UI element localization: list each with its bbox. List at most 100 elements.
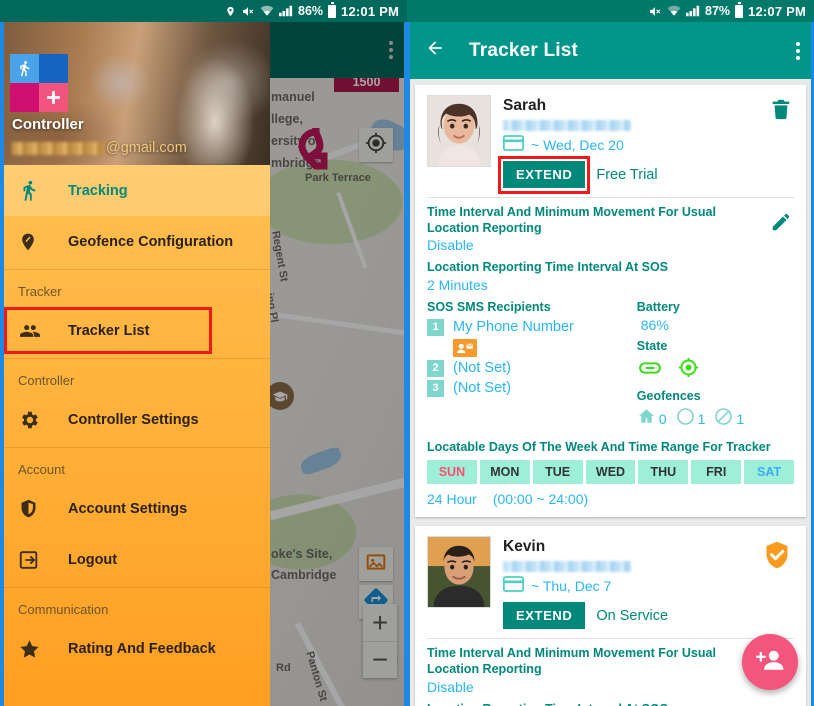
avatar <box>427 95 491 167</box>
extend-row: EXTEND On Service <box>503 602 794 630</box>
day-chip-tue[interactable]: TUE <box>532 460 583 485</box>
sos-index: 2 <box>427 359 444 377</box>
day-chip-wed[interactable]: WED <box>585 460 636 485</box>
extend-button[interactable]: EXTEND <box>503 161 586 188</box>
logo-tile-magenta <box>10 83 39 112</box>
sos-recipient-row[interactable]: 3 (Not Set) <box>427 379 621 397</box>
pencil-icon[interactable] <box>770 211 792 238</box>
sos-recipient-row[interactable]: 2 (Not Set) <box>427 359 621 377</box>
dual-phone-screenshot: 86% 12:01 PM manuel llege, ersity of mbr… <box>0 0 814 706</box>
mute-icon <box>648 5 662 18</box>
sos-interval-label: Location Reporting Time Interval At SOS <box>427 260 669 275</box>
days-of-week[interactable]: SUN MON TUE WED THU FRI SAT <box>427 460 795 485</box>
sidebar-item-label: Account Settings <box>68 500 188 517</box>
sidebar-item-tracking[interactable]: Tracking <box>0 165 270 216</box>
sos-value: My Phone Number <box>453 319 574 335</box>
logout-icon <box>18 549 52 571</box>
day-chip-thu[interactable]: THU <box>638 460 689 485</box>
card-header: Sarah ~ Wed, Dec 20 EXTEND Free Trial <box>427 95 794 194</box>
battery-icon <box>735 2 744 18</box>
left-phone-panel: 86% 12:01 PM manuel llege, ersity of mbr… <box>0 0 407 706</box>
divider <box>0 447 270 448</box>
sidebar-group-communication: Communication <box>18 602 109 617</box>
sidebar-group-controller: Controller <box>18 373 75 388</box>
sidebar-item-rating-and-feedback[interactable]: Rating And Feedback <box>0 623 270 674</box>
back-arrow-icon[interactable] <box>423 38 447 63</box>
divider <box>427 197 794 198</box>
add-person-icon <box>755 647 784 678</box>
mute-icon <box>241 5 255 18</box>
shield-check-icon <box>762 538 792 576</box>
left-clock: 12:01 PM <box>341 3 399 19</box>
geofence-exclude-count: 1 <box>736 410 745 427</box>
sidebar-item-account-settings[interactable]: Account Settings <box>0 483 270 534</box>
expiry-row: ~ Thu, Dec 7 <box>503 576 794 595</box>
left-status-bar: 86% 12:01 PM <box>0 0 407 22</box>
sidebar-item-controller-settings[interactable]: Controller Settings <box>0 394 270 445</box>
tracker-card[interactable]: Sarah ~ Wed, Dec 20 EXTEND Free Trial Ti… <box>415 85 806 518</box>
sidebar-group-account: Account <box>18 462 65 477</box>
day-chip-sun[interactable]: SUN <box>427 460 477 485</box>
account-name: Controller <box>12 116 84 133</box>
gear-icon <box>18 409 52 431</box>
sos-index: 3 <box>427 379 444 397</box>
walking-person-icon <box>18 178 52 203</box>
sidebar-item-label: Logout <box>68 551 118 568</box>
sos-interval-value: 2 Minutes <box>427 276 488 293</box>
sos-index: 1 <box>427 318 444 336</box>
tracker-card-list[interactable]: Sarah ~ Wed, Dec 20 EXTEND Free Trial Ti… <box>407 79 814 706</box>
trash-icon[interactable] <box>770 97 792 126</box>
tracker-name: Kevin <box>503 538 546 556</box>
expiry-date: ~ Thu, Dec 7 <box>531 577 612 594</box>
link-icon <box>638 361 661 380</box>
service-status: On Service <box>596 607 669 624</box>
extend-button[interactable]: EXTEND <box>503 602 586 630</box>
extend-row: EXTEND Free Trial <box>498 156 794 194</box>
status-column: Battery 86% State Geofences 0 1 1 <box>629 300 794 431</box>
card-payment-icon <box>503 135 524 154</box>
sidebar-item-label: Controller Settings <box>68 411 199 428</box>
sidebar-item-geofence-configuration[interactable]: Geofence Configuration <box>0 216 270 267</box>
kebab-menu-icon[interactable] <box>796 41 800 60</box>
geofence-circle-count: 1 <box>697 410 706 427</box>
account-email: @gmail.com <box>12 140 187 156</box>
gps-target-icon <box>678 357 699 383</box>
divider <box>0 587 270 588</box>
battery-value: 86% <box>640 316 669 333</box>
app-logo <box>10 54 68 112</box>
navigation-drawer: Controller @gmail.com Tracking Geofence … <box>0 22 270 706</box>
state-label: State <box>636 338 668 353</box>
day-chip-sat[interactable]: SAT <box>744 460 795 485</box>
page-title: Tracker List <box>469 39 579 61</box>
sidebar-item-label: Tracker List <box>68 322 150 339</box>
sidebar-item-logout[interactable]: Logout <box>0 534 270 585</box>
divider <box>0 358 270 359</box>
left-battery-percent: 86% <box>298 4 324 18</box>
right-phone-panel: 87% 12:07 PM Tracker List Sarah ~ Wed, D… <box>407 0 814 706</box>
sidebar-item-label: Tracking <box>68 182 128 199</box>
wifi-icon <box>260 5 274 17</box>
sos-recipients-label: SOS SMS Recipients <box>427 299 551 314</box>
battery-label: Battery <box>636 299 680 314</box>
time-interval-value: Disable <box>427 237 474 254</box>
add-tracker-fab[interactable] <box>742 634 798 690</box>
time-interval-label: Time Interval And Minimum Movement For U… <box>427 205 716 235</box>
left-phone-edge <box>0 22 4 706</box>
sos-value: (Not Set) <box>453 360 512 376</box>
right-battery-percent: 87% <box>705 4 731 18</box>
sidebar-item-tracker-list[interactable]: Tracker List <box>0 305 270 356</box>
locatable-days-label: Locatable Days Of The Week And Time Rang… <box>427 439 771 454</box>
logo-tile-blue <box>39 54 68 83</box>
expiry-date: ~ Wed, Dec 20 <box>531 136 624 153</box>
time-range-row: 24 Hour (00:00 ~ 24:00) <box>427 491 794 507</box>
details-columns: SOS SMS Recipients 1 My Phone Number 2 (… <box>427 300 794 431</box>
redacted-device-id <box>503 120 631 131</box>
tracker-identity: Kevin ~ Thu, Dec 7 EXTEND On Service <box>503 536 794 630</box>
sidebar-group-tracker: Tracker <box>18 284 62 299</box>
avatar <box>427 536 491 609</box>
day-chip-fri[interactable]: FRI <box>691 460 742 485</box>
day-chip-mon[interactable]: MON <box>479 460 530 485</box>
sos-recipients-column: SOS SMS Recipients 1 My Phone Number 2 (… <box>427 300 621 431</box>
contact-card-icon[interactable] <box>453 338 477 357</box>
sos-recipient-row[interactable]: 1 My Phone Number <box>427 318 621 336</box>
